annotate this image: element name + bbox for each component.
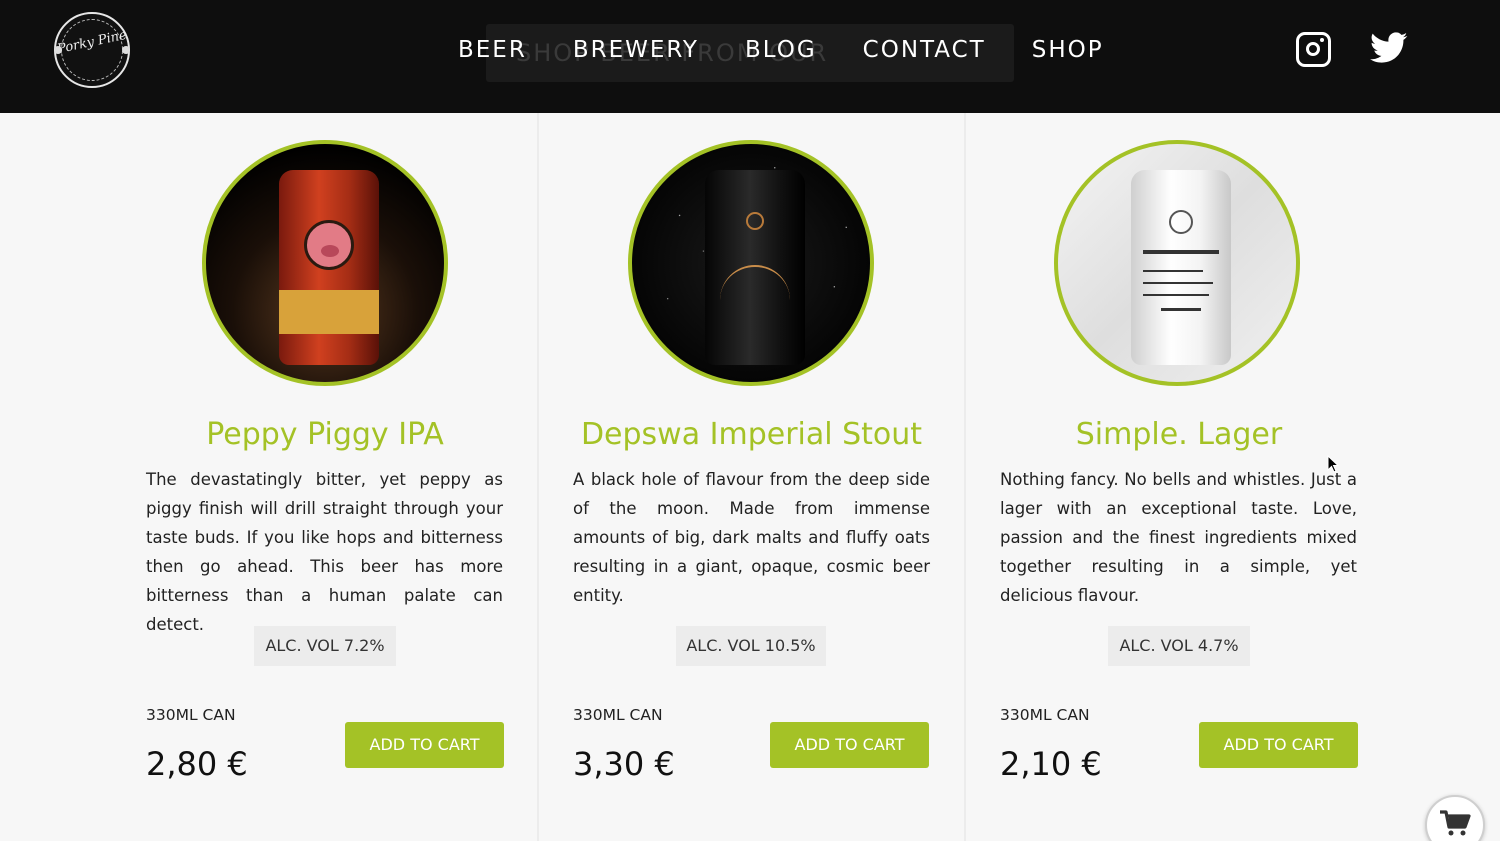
instagram-icon[interactable] (1296, 32, 1331, 67)
twitter-bird (1370, 32, 1408, 63)
can-label-band (279, 290, 379, 334)
nav-brewery[interactable]: BREWERY (573, 34, 699, 66)
nav-blog[interactable]: BLOG (745, 34, 817, 66)
add-to-cart-button[interactable]: ADD TO CART (1199, 722, 1358, 768)
product-title[interactable]: Simple. Lager (1000, 415, 1358, 455)
product-card-depswa-stout: Depswa Imperial Stout A black hole of fl… (537, 113, 964, 841)
site-header: Porky Pine SHOP BEER FROM OUR BEER BREWE… (0, 0, 1500, 113)
can-label-line (1143, 270, 1203, 272)
nav-beer[interactable]: BEER (458, 34, 527, 66)
can-crest (1169, 210, 1193, 234)
can-planet-arc (720, 265, 790, 335)
beer-can-image (1131, 170, 1231, 365)
product-card-peppy-piggy: Peppy Piggy IPA The devastatingly bitter… (0, 113, 537, 841)
product-price: 3,30 € (573, 745, 675, 783)
product-card-simple-lager: Simple. Lager Nothing fancy. No bells an… (964, 113, 1500, 841)
can-label-line (1143, 294, 1209, 296)
beer-can-image (705, 170, 805, 365)
pig-snout (321, 245, 339, 257)
beer-can-image (279, 170, 379, 365)
instagram-flash (1320, 38, 1324, 42)
can-label-line (1161, 308, 1201, 311)
twitter-icon[interactable] (1370, 32, 1408, 64)
cart-icon (1440, 810, 1471, 836)
can-label-line (1143, 282, 1213, 284)
product-price: 2,80 € (146, 745, 248, 783)
abv-badge: ALC. VOL 10.5% (676, 626, 826, 666)
product-image[interactable] (202, 140, 448, 386)
nav-shop[interactable]: SHOP (1032, 34, 1104, 66)
product-size: 330ML CAN (1000, 706, 1090, 724)
instagram-lens (1306, 42, 1320, 56)
product-size: 330ML CAN (146, 706, 236, 724)
can-label-line (1143, 250, 1219, 254)
product-description: The devastatingly bitter, yet peppy as p… (146, 470, 503, 634)
product-description: Nothing fancy. No bells and whistles. Ju… (1000, 470, 1357, 605)
product-title[interactable]: Peppy Piggy IPA (146, 415, 504, 455)
add-to-cart-button[interactable]: ADD TO CART (770, 722, 929, 768)
product-image[interactable] (1054, 140, 1300, 386)
pig-illustration (304, 220, 354, 270)
product-description: A black hole of flavour from the deep si… (573, 470, 930, 605)
logo-dot-right (122, 46, 130, 54)
product-price: 2,10 € (1000, 745, 1102, 783)
add-to-cart-button[interactable]: ADD TO CART (345, 722, 504, 768)
can-crest (746, 212, 764, 230)
abv-badge: ALC. VOL 7.2% (254, 626, 396, 666)
product-title[interactable]: Depswa Imperial Stout (573, 415, 930, 455)
brand-logo[interactable]: Porky Pine (54, 12, 130, 88)
main-nav: BEER BREWERY BLOG CONTACT SHOP (458, 34, 1104, 66)
abv-badge: ALC. VOL 4.7% (1108, 626, 1250, 666)
product-image[interactable] (628, 140, 874, 386)
logo-dot-left (54, 46, 62, 54)
mouse-cursor (1327, 455, 1339, 473)
product-size: 330ML CAN (573, 706, 663, 724)
nav-contact[interactable]: CONTACT (863, 34, 986, 66)
